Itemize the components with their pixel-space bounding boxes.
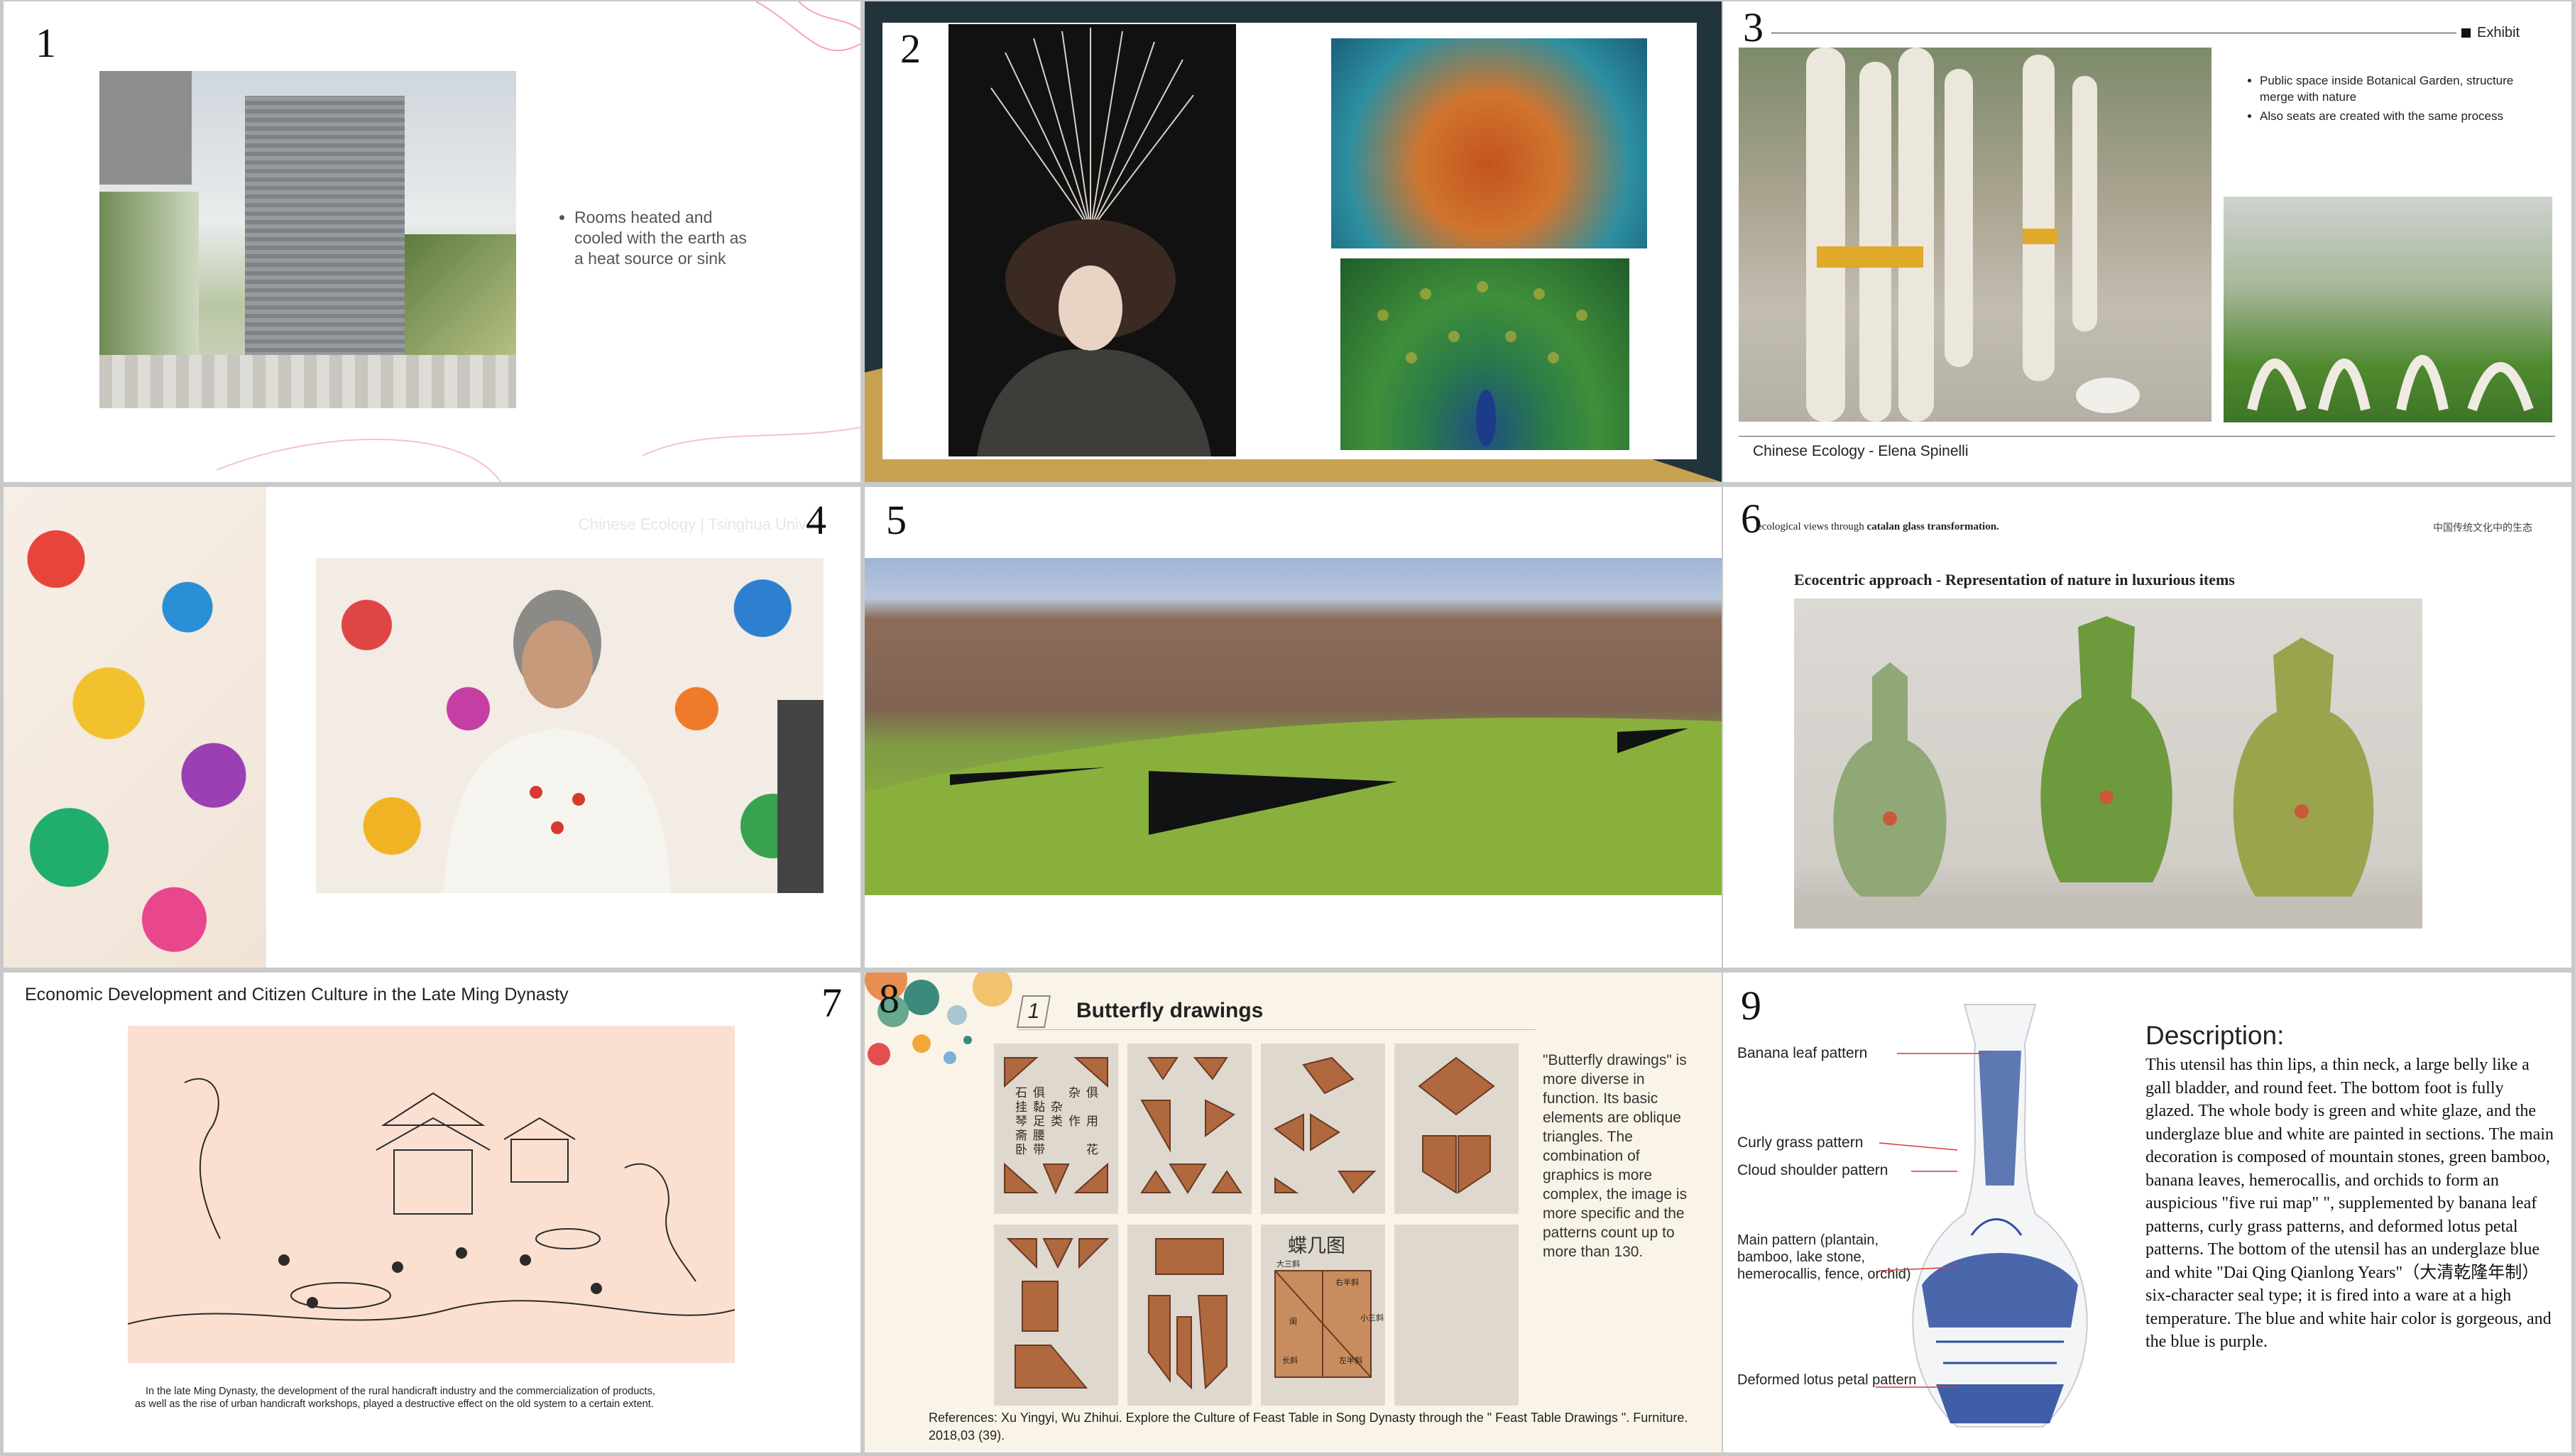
glass-vases-photo xyxy=(1794,598,2422,929)
slide-subtitle: Ecocentric approach - Representation of … xyxy=(1794,571,2235,589)
slide-9[interactable]: 9 Banana leaf pattern Curly grass patter… xyxy=(1723,973,2571,1452)
card-label: 腰 xyxy=(1033,1129,1045,1142)
card-label: 作 xyxy=(1068,1115,1081,1128)
header-left-prefix: ecological views through xyxy=(1757,521,1867,532)
card-label: 卧 xyxy=(1015,1143,1027,1156)
architecture-photo xyxy=(99,71,516,408)
section-number: 1 xyxy=(1016,995,1051,1028)
card-label: 斋 xyxy=(1015,1129,1027,1142)
slide-1[interactable]: 1 Rooms heated and cooled with the earth… xyxy=(4,1,860,482)
section-title: Butterfly drawings xyxy=(1076,999,1264,1022)
card-label: 左半斜 xyxy=(1339,1355,1362,1365)
card-label: 黏 xyxy=(1033,1100,1045,1114)
description-text: "Butterfly drawings" is more diverse in … xyxy=(1543,1052,1688,1260)
slide-4[interactable]: Chinese Ecology | Tsinghua Univer 4 xyxy=(4,487,860,968)
description-title: Description: xyxy=(2145,1021,2285,1050)
header-left-bold: catalan glass transformation. xyxy=(1866,521,1999,532)
card-label: 长斜 xyxy=(1282,1356,1298,1365)
description-text: This utensil has thin lips, a thin neck,… xyxy=(2145,1056,2554,1351)
card-label: 花 xyxy=(1086,1143,1098,1156)
bullet-item: Public space inside Botanical Garden, st… xyxy=(2260,72,2532,105)
slide-7[interactable]: Economic Development and Citizen Culture… xyxy=(4,973,860,1452)
slide-number: 4 xyxy=(806,497,826,543)
card-label: 用 xyxy=(1086,1115,1098,1128)
slide-5[interactable]: 5 xyxy=(865,487,1722,968)
drawing-card xyxy=(1127,1225,1252,1406)
drawing-card xyxy=(994,1225,1118,1406)
card-label: 闺 xyxy=(1289,1316,1297,1326)
card-label: 俱 xyxy=(1086,1086,1098,1100)
ming-dynasty-illustration xyxy=(128,1026,735,1363)
peacock-photo xyxy=(1340,258,1629,450)
landscape-photo xyxy=(865,558,1722,895)
bullet-list: Public space inside Botanical Garden, st… xyxy=(2234,72,2532,127)
reference-text: References: Xu Yingyi, Wu Zhihui. Explor… xyxy=(929,1411,1688,1443)
card-title: 蝶几图 xyxy=(1288,1235,1345,1257)
drawing-card: 石 俱 挂 黏 杂 琴 足 类 斋 腰 卧 带 杂 作 俱 用 花 xyxy=(994,1044,1118,1214)
card-label: 大三斜 xyxy=(1276,1259,1300,1269)
fashion-headpiece-photo xyxy=(948,24,1236,456)
garden-arches-photo xyxy=(2224,197,2552,422)
bullet-item: Rooms heated and cooled with the earth a… xyxy=(574,207,756,269)
drawing-card xyxy=(1394,1044,1519,1214)
slide-6[interactable]: 6 ecological views through catalan glass… xyxy=(1723,487,2571,968)
card-label: 石 xyxy=(1015,1086,1027,1100)
slide-8[interactable]: 8 1 Butterfly drawings 石 俱 挂 黏 杂 琴 足 类 斋 xyxy=(865,973,1722,1452)
slide-caption: Chinese Ecology - Elena Spinelli xyxy=(1753,443,1969,459)
card-label: 俱 xyxy=(1033,1086,1045,1100)
card-label: 带 xyxy=(1033,1143,1045,1156)
title-rule xyxy=(1017,1029,1536,1030)
slide-number: 3 xyxy=(1743,4,1764,50)
drawing-card xyxy=(1394,1225,1519,1406)
butterfly-drawings-grid: 石 俱 挂 黏 杂 琴 足 类 斋 腰 卧 带 杂 作 俱 用 花 蝶几图 大三… xyxy=(994,1044,1519,1406)
sea-fan-coral-photo xyxy=(1331,38,1647,248)
slide-number: 1 xyxy=(35,20,56,66)
card-label: 类 xyxy=(1051,1115,1063,1128)
bullet-item: Also seats are created with the same pro… xyxy=(2260,108,2532,124)
slide-2[interactable]: 2 xyxy=(865,1,1722,482)
artisan-portrait-photo xyxy=(316,558,824,893)
card-label: 小三斜 xyxy=(1360,1313,1384,1323)
caption-line-2: as well as the rise of urban handicraft … xyxy=(135,1398,654,1410)
header-left: ecological views through catalan glass t… xyxy=(1757,521,1999,533)
slide-number: 8 xyxy=(879,975,900,1022)
leader-lines xyxy=(1876,1053,1986,1388)
drawing-card xyxy=(1127,1044,1252,1214)
installation-photo xyxy=(1739,48,2212,422)
card-label: 琴 xyxy=(1015,1115,1027,1128)
card-label: 右半斜 xyxy=(1335,1277,1359,1287)
watermark-text: Chinese Ecology | Tsinghua Univer xyxy=(579,515,821,533)
bullet-list: Rooms heated and cooled with the earth a… xyxy=(543,207,756,272)
header-square-icon xyxy=(2461,28,2471,38)
slide-3[interactable]: 3 Exhibit Public space inside Botanical … xyxy=(1723,1,2571,482)
drawing-card: 蝶几图 大三斜 右半斜 小三斜 闺 左半斜 长斜 xyxy=(1261,1225,1385,1406)
drawing-card xyxy=(1261,1044,1385,1214)
card-label: 杂 xyxy=(1051,1100,1063,1114)
slide-number: 5 xyxy=(886,497,907,543)
slide-title: Economic Development and Citizen Culture… xyxy=(25,985,569,1005)
slide-number: 2 xyxy=(900,26,921,72)
caption-line-1: In the late Ming Dynasty, the developmen… xyxy=(146,1386,655,1397)
card-label: 杂 xyxy=(1068,1086,1081,1100)
card-label: 挂 xyxy=(1015,1100,1027,1114)
card-label: 足 xyxy=(1033,1115,1045,1128)
slide-number: 6 xyxy=(1741,496,1761,542)
slide-number: 7 xyxy=(821,980,842,1026)
header-right: 中国传统文化中的生态 xyxy=(2433,522,2532,533)
embroidery-textile-photo xyxy=(4,487,266,968)
header-label: Exhibit xyxy=(2477,25,2520,40)
footer-rule xyxy=(1739,436,2555,437)
